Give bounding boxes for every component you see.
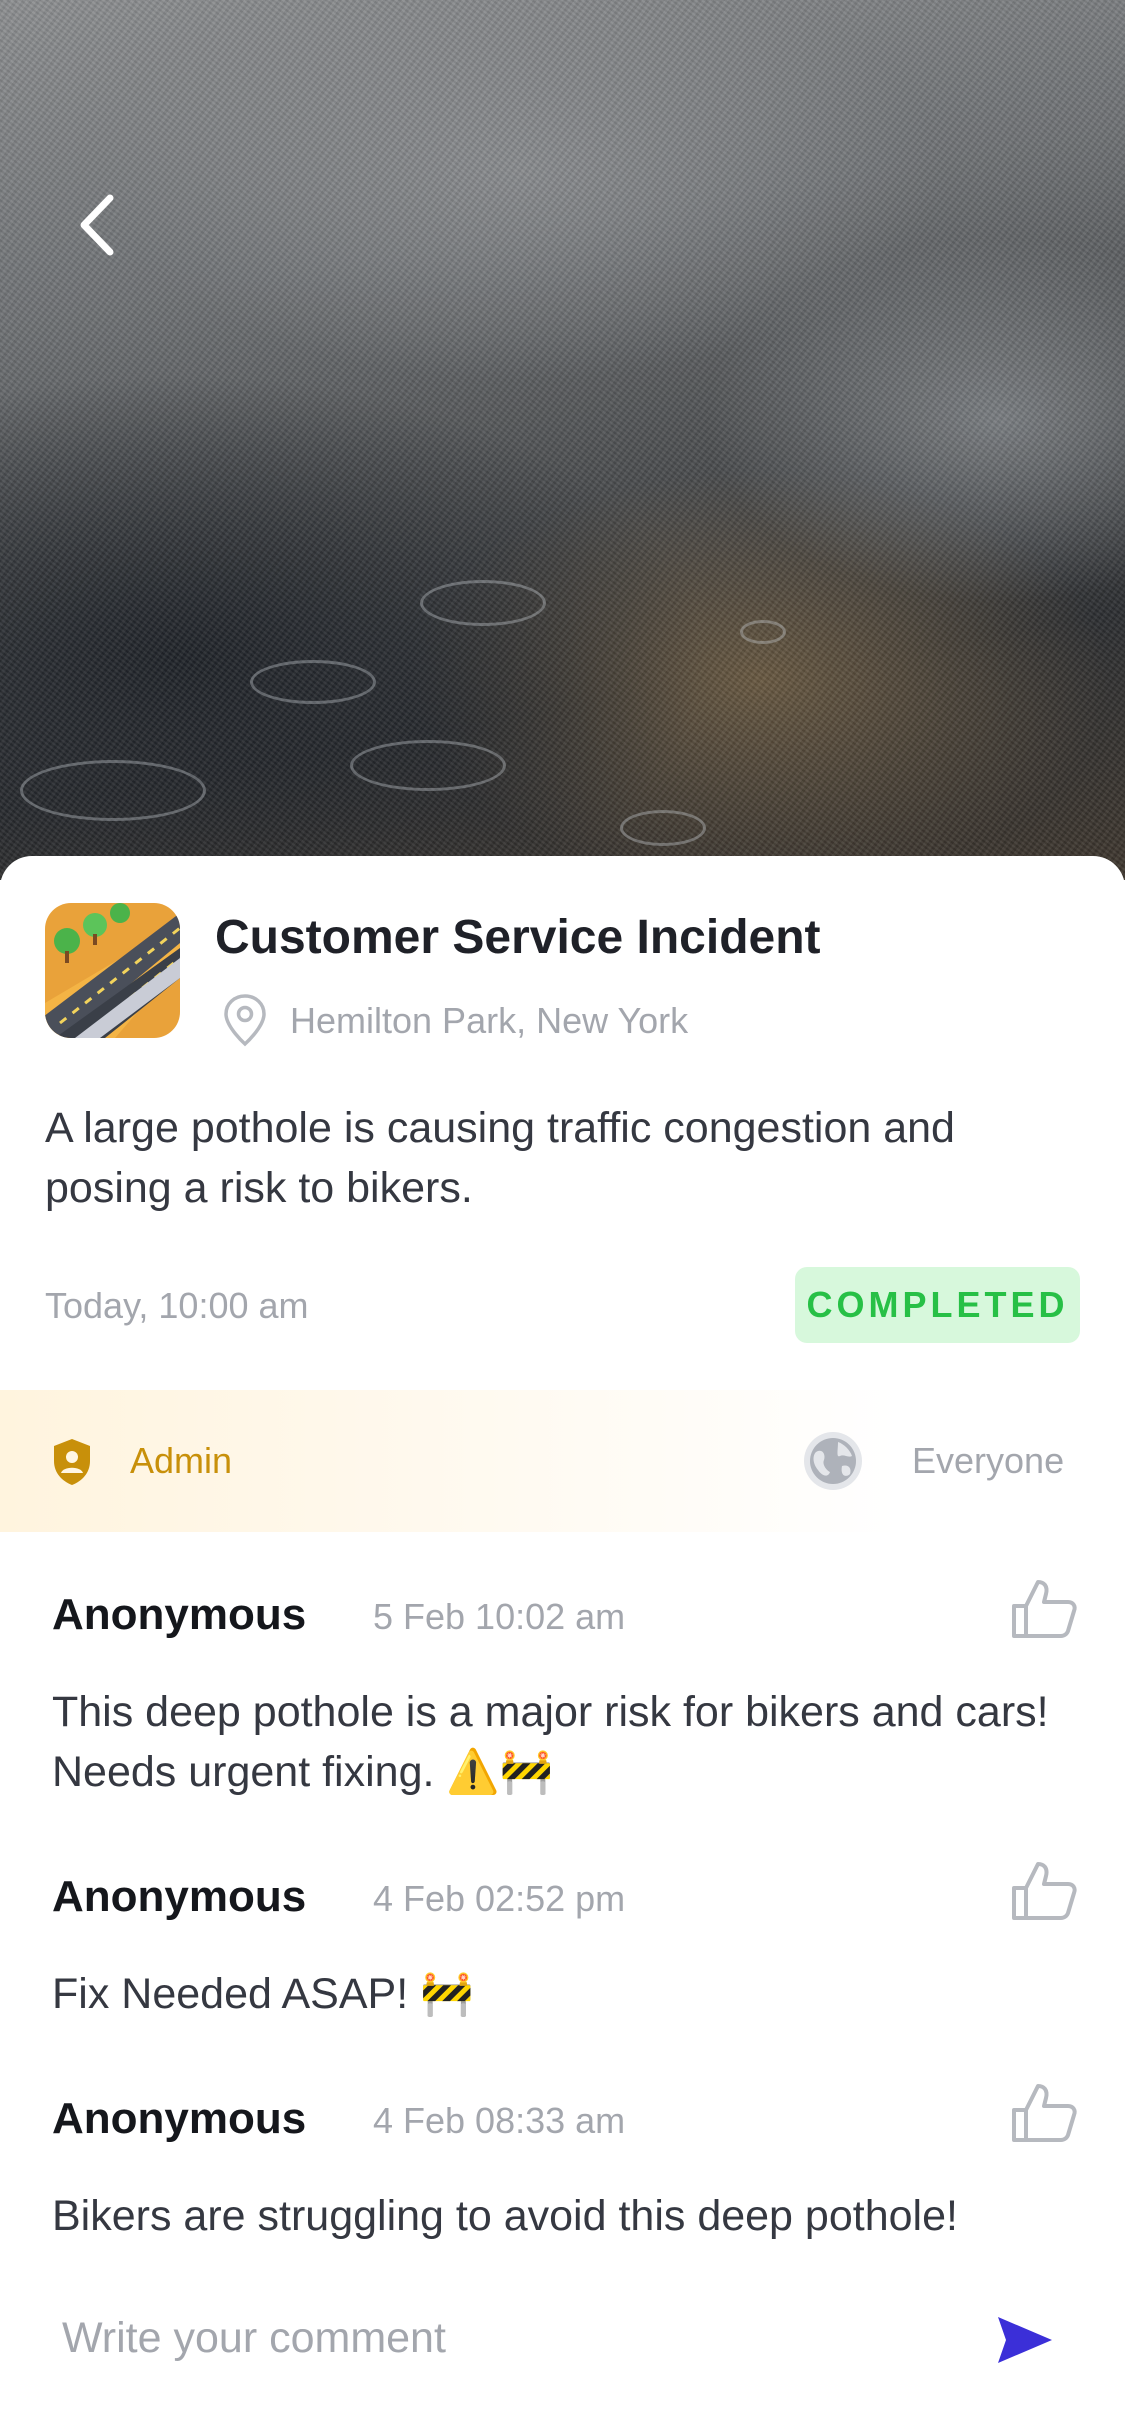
author-role-label: Admin <box>130 1440 233 1481</box>
globe-icon <box>804 1432 862 1490</box>
incident-photo <box>0 0 1125 880</box>
shield-user-icon <box>54 1439 90 1485</box>
map-pin-icon <box>224 994 266 1047</box>
incident-title: Customer Service Incident <box>215 911 821 964</box>
comment-author: Anonymous <box>52 1590 307 1639</box>
comment-input[interactable] <box>60 2302 964 2374</box>
thumbs-up-icon[interactable] <box>1008 2078 1080 2150</box>
send-button[interactable] <box>990 2305 1060 2375</box>
back-button[interactable] <box>60 180 132 270</box>
comment-author: Anonymous <box>52 2094 307 2143</box>
incident-location: Hemilton Park, New York <box>290 1000 689 1041</box>
water-ripple <box>20 760 206 821</box>
status-badge: COMPLETED <box>795 1267 1080 1343</box>
water-ripple <box>350 740 506 791</box>
comment-text: This deep pothole is a major risk for bi… <box>52 1688 1049 1796</box>
comment-time: 4 Feb 02:52 pm <box>373 1878 626 1919</box>
comment-text: Fix Needed ASAP! 🚧 <box>52 1970 474 2018</box>
comment-time: 4 Feb 08:33 am <box>373 2100 626 2141</box>
water-ripple <box>250 660 376 704</box>
comment-text: Bikers are struggling to avoid this deep… <box>52 2192 958 2240</box>
water-ripple <box>740 620 786 644</box>
comment-time: 5 Feb 10:02 am <box>373 1596 626 1637</box>
water-ripple <box>420 580 546 626</box>
thumbs-up-icon[interactable] <box>1008 1856 1080 1928</box>
send-icon <box>998 2317 1052 2363</box>
thumbs-up-icon[interactable] <box>1008 1574 1080 1646</box>
incident-description: A large pothole is causing traffic conge… <box>45 1104 955 1212</box>
incident-category-icon <box>45 903 180 1038</box>
chevron-left-icon <box>80 194 114 256</box>
comment-author: Anonymous <box>52 1872 307 1921</box>
photo-texture <box>0 0 1125 880</box>
water-ripple <box>620 810 706 846</box>
audience-label: Everyone <box>912 1440 1065 1481</box>
incident-date: Today, 10:00 am <box>45 1285 309 1326</box>
